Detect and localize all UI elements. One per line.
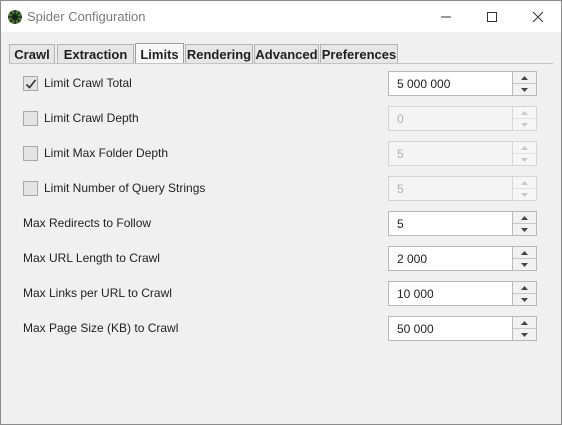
max-redirects-row: Max Redirects to Follow [23, 212, 383, 236]
decrement-button[interactable] [513, 224, 536, 235]
max-page-size-row: Max Page Size (KB) to Crawl [23, 317, 383, 341]
tab-rendering[interactable]: Rendering [185, 44, 253, 63]
limit-max-folder-depth-checkbox[interactable] [23, 146, 38, 161]
limit-max-folder-depth-spinner: 5 [388, 141, 537, 166]
tab-divider [9, 63, 553, 64]
max-page-size-label: Max Page Size (KB) to Crawl [23, 321, 179, 335]
spinner-buttons [512, 176, 537, 201]
minimize-icon [441, 16, 451, 17]
spinner-buttons [512, 316, 537, 341]
limit-crawl-total-row: Limit Crawl Total [23, 72, 383, 96]
arrow-down-icon [521, 262, 528, 267]
max-redirects-spinner: 5 [388, 211, 537, 236]
title-bar[interactable]: Spider Configuration [1, 1, 561, 32]
limit-crawl-depth-label: Limit Crawl Depth [44, 111, 139, 125]
increment-button [513, 177, 536, 189]
max-page-size-spinner: 50 000 [388, 316, 537, 341]
minimize-button[interactable] [423, 1, 469, 32]
limit-query-strings-spinner: 5 [388, 176, 537, 201]
tab-preferences[interactable]: Preferences [320, 44, 398, 63]
decrement-button[interactable] [513, 259, 536, 270]
limit-max-folder-depth-row: Limit Max Folder Depth [23, 142, 383, 166]
arrow-up-icon [521, 110, 528, 115]
limit-crawl-total-label: Limit Crawl Total [44, 76, 132, 90]
arrow-up-icon [521, 320, 528, 325]
window-title: Spider Configuration [27, 9, 146, 24]
max-url-length-row: Max URL Length to Crawl [23, 247, 383, 271]
arrow-down-icon [521, 332, 528, 337]
max-links-per-url-label: Max Links per URL to Crawl [23, 286, 172, 300]
limit-crawl-total-checkbox[interactable] [23, 76, 38, 91]
decrement-button [513, 154, 536, 165]
tab-crawl[interactable]: Crawl [9, 44, 55, 63]
increment-button[interactable] [513, 212, 536, 224]
arrow-down-icon [521, 87, 528, 92]
limit-max-folder-depth-label: Limit Max Folder Depth [44, 146, 169, 160]
increment-button[interactable] [513, 317, 536, 329]
max-links-per-url-input[interactable]: 10 000 [388, 281, 513, 306]
arrow-up-icon [521, 75, 528, 80]
maximize-button[interactable] [469, 1, 515, 32]
spinner-buttons [512, 71, 537, 96]
max-redirects-label: Max Redirects to Follow [23, 216, 152, 230]
decrement-button [513, 119, 536, 130]
increment-button [513, 142, 536, 154]
arrow-down-icon [521, 157, 528, 162]
limit-crawl-depth-checkbox[interactable] [23, 111, 38, 126]
limit-crawl-depth-spinner: 0 [388, 106, 537, 131]
tab-limits[interactable]: Limits [135, 43, 184, 64]
limit-crawl-depth-input: 0 [388, 106, 513, 131]
arrow-up-icon [521, 180, 528, 185]
limit-query-strings-checkbox[interactable] [23, 181, 38, 196]
max-links-per-url-spinner: 10 000 [388, 281, 537, 306]
max-page-size-input[interactable]: 50 000 [388, 316, 513, 341]
limit-query-strings-label: Limit Number of Query Strings [44, 181, 206, 195]
limit-crawl-depth-row: Limit Crawl Depth [23, 107, 383, 131]
spinner-buttons [512, 281, 537, 306]
limit-max-folder-depth-input: 5 [388, 141, 513, 166]
max-url-length-spinner: 2 000 [388, 246, 537, 271]
close-icon [532, 11, 544, 22]
arrow-up-icon [521, 250, 528, 255]
arrow-up-icon [521, 215, 528, 220]
maximize-icon [487, 11, 497, 22]
increment-button[interactable] [513, 247, 536, 259]
arrow-up-icon [521, 285, 528, 290]
max-url-length-input[interactable]: 2 000 [388, 246, 513, 271]
limit-crawl-total-spinner: 5 000 000 [388, 71, 537, 96]
increment-button [513, 107, 536, 119]
limit-query-strings-row: Limit Number of Query Strings [23, 177, 383, 201]
increment-button[interactable] [513, 282, 536, 294]
arrow-down-icon [521, 192, 528, 197]
decrement-button [513, 189, 536, 200]
spinner-buttons [512, 141, 537, 166]
max-redirects-input[interactable]: 5 [388, 211, 513, 236]
arrow-down-icon [521, 122, 528, 127]
arrow-up-icon [521, 145, 528, 150]
decrement-button[interactable] [513, 329, 536, 340]
max-links-per-url-row: Max Links per URL to Crawl [23, 282, 383, 306]
checkmark-icon [25, 79, 37, 89]
tab-advanced[interactable]: Advanced [254, 44, 319, 63]
decrement-button[interactable] [513, 84, 536, 95]
spinner-buttons [512, 246, 537, 271]
decrement-button[interactable] [513, 294, 536, 305]
spider-configuration-window: Spider Configuration Crawl Extraction Li… [0, 0, 562, 425]
spider-app-icon [7, 9, 23, 25]
limit-crawl-total-input[interactable]: 5 000 000 [388, 71, 513, 96]
max-url-length-label: Max URL Length to Crawl [23, 251, 160, 265]
arrow-down-icon [521, 297, 528, 302]
spinner-buttons [512, 211, 537, 236]
tab-extraction[interactable]: Extraction [57, 44, 134, 63]
spinner-buttons [512, 106, 537, 131]
arrow-down-icon [521, 227, 528, 232]
close-button[interactable] [515, 1, 561, 32]
increment-button[interactable] [513, 72, 536, 84]
limit-query-strings-input: 5 [388, 176, 513, 201]
